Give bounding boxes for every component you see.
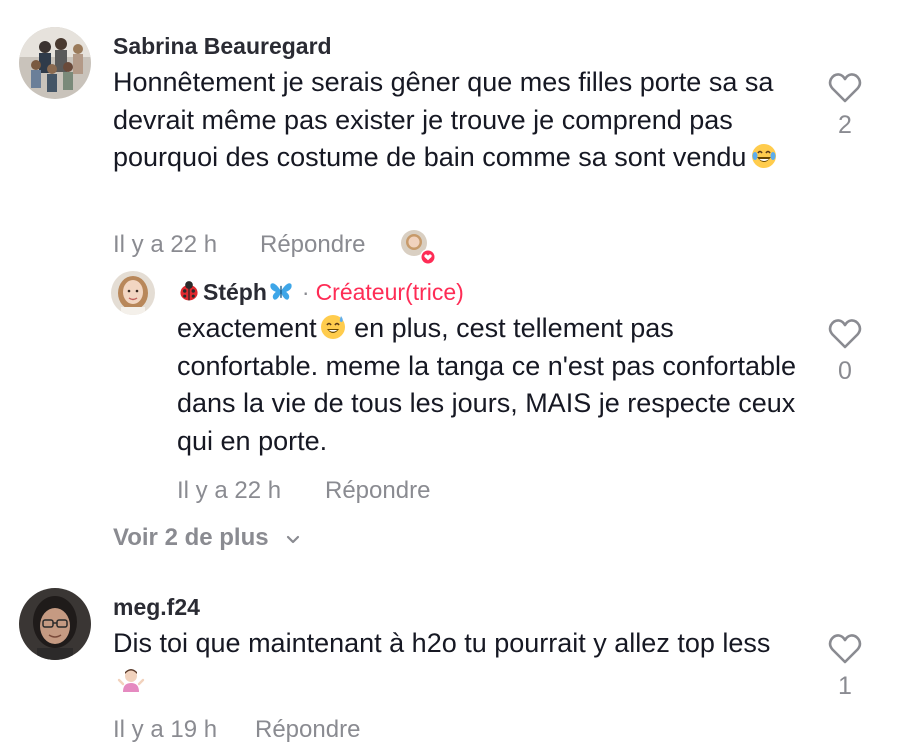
creator-photo-avatar xyxy=(111,271,155,315)
liked-heart-badge-icon xyxy=(420,249,436,265)
comment-text: Honnêtement je serais gêner que mes fill… xyxy=(113,64,793,177)
comment-username[interactable]: meg.f24 xyxy=(113,594,200,621)
avatar[interactable] xyxy=(111,271,155,315)
reply-button[interactable]: Répondre xyxy=(260,231,365,259)
chevron-down-icon xyxy=(287,535,300,544)
laughing-tears-emoji xyxy=(752,144,777,168)
avatar[interactable] xyxy=(19,27,91,99)
comment-text: Dis toi que maintenant à h2o tu pourrait… xyxy=(113,625,793,700)
avatar[interactable] xyxy=(19,588,91,660)
comment-timestamp: Il y a 19 h xyxy=(113,716,218,743)
like-column: 0 xyxy=(820,318,870,386)
reply-timestamp: Il y a 22 h xyxy=(177,477,282,504)
like-column: 1 xyxy=(820,633,870,701)
like-count: 1 xyxy=(838,672,852,700)
reply-username-row: Stéph · Créateur(trice) xyxy=(177,279,464,306)
separator-dot: · xyxy=(301,279,310,305)
creator-liked-indicator xyxy=(400,229,436,265)
like-count: 0 xyxy=(838,357,852,385)
family-photo-avatar xyxy=(19,27,91,99)
user-photo-avatar xyxy=(19,588,91,660)
heart-icon[interactable] xyxy=(828,633,862,664)
reply-text-start: exactement xyxy=(177,313,317,343)
comment-text-body: Honnêtement je serais gêner que mes fill… xyxy=(113,67,774,172)
heart-icon[interactable] xyxy=(828,72,862,103)
ladybug-emoji xyxy=(180,281,198,301)
comment-timestamp: Il y a 22 h xyxy=(113,231,218,258)
heart-icon[interactable] xyxy=(828,318,862,349)
comment-username[interactable]: Sabrina Beauregard xyxy=(113,33,332,60)
view-more-replies-button[interactable]: Voir 2 de plus xyxy=(113,524,301,552)
butterfly-emoji xyxy=(270,283,292,300)
view-more-replies-label: Voir 2 de plus xyxy=(113,524,269,551)
reply-text: exactement en plus, cest tellement pas c… xyxy=(177,310,797,460)
reply-username[interactable]: Stéph xyxy=(203,279,267,305)
like-count: 2 xyxy=(838,111,852,139)
sweat-smile-emoji xyxy=(320,315,345,339)
reply-button[interactable]: Répondre xyxy=(255,716,360,744)
creator-badge: Créateur(trice) xyxy=(315,279,464,305)
person-shrugging-emoji xyxy=(117,668,145,692)
reply-button[interactable]: Répondre xyxy=(325,477,430,505)
like-column: 2 xyxy=(820,72,870,140)
comment-text-body: Dis toi que maintenant à h2o tu pourrait… xyxy=(113,628,771,658)
